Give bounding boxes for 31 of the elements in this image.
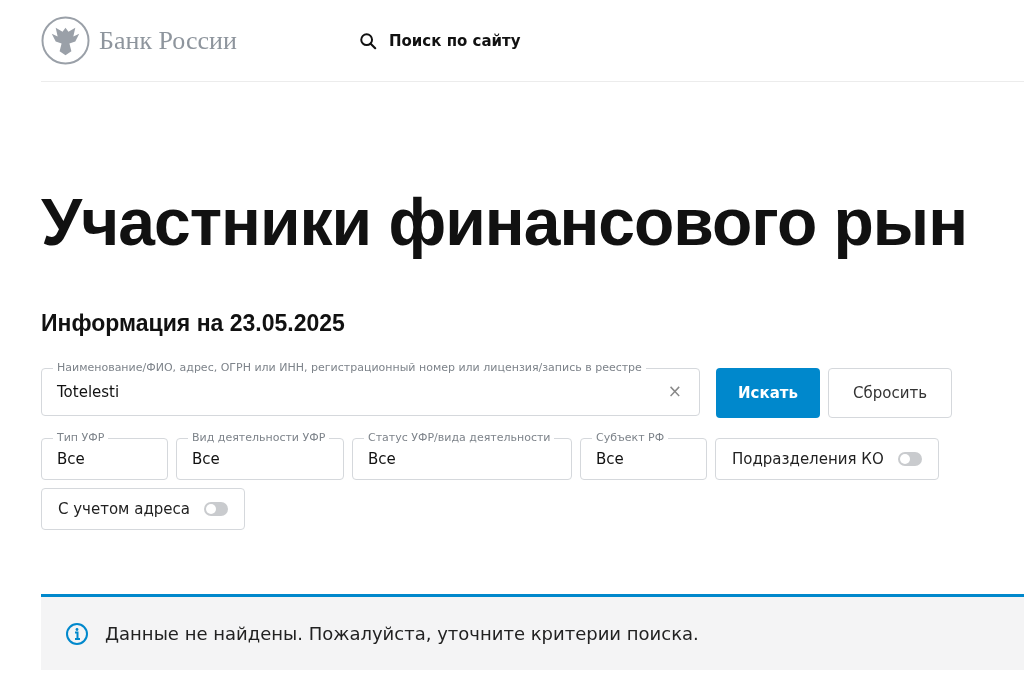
field-label: Вид деятельности УФР	[188, 431, 330, 444]
field-value: Все	[192, 450, 220, 468]
search-icon	[359, 31, 377, 50]
toggle-switch[interactable]	[203, 502, 228, 516]
toggle-label: Подразделения КО	[732, 450, 884, 468]
field-value: Все	[368, 450, 396, 468]
filter-select[interactable]: Статус УФР/вида деятельности Все	[352, 430, 572, 480]
filter-select[interactable]: Тип УФР Все	[41, 430, 168, 480]
emblem-logo-icon[interactable]	[41, 16, 90, 65]
page-title: Участники финансового рын	[41, 184, 968, 261]
filter-select[interactable]: Вид деятельности УФР Все	[176, 430, 344, 480]
action-button[interactable]: Искать	[716, 368, 820, 418]
info-icon	[65, 621, 89, 646]
toggle-box[interactable]: С учетом адреса	[41, 488, 245, 530]
info-date-heading: Информация на 23.05.2025	[41, 309, 346, 338]
toggle-label: С учетом адреса	[58, 500, 190, 518]
field-label: Тип УФР	[53, 431, 109, 444]
site-search-link[interactable]: Поиск по сайту	[359, 31, 521, 50]
action-button[interactable]: Сбросить	[828, 368, 952, 418]
field-label: Статус УФР/вида деятельности	[364, 431, 555, 444]
search-field[interactable]: Наименование/ФИО, адрес, ОГРН или ИНН, регистрационный номер или лицензия/запись в реестре Totelesti ×	[41, 360, 700, 416]
toggle-switch[interactable]	[897, 452, 922, 466]
notice-text: Данные не найдены. Пожалуйста, уточните критерии поиска.	[105, 623, 699, 644]
filter-select[interactable]: Субъект РФ Все	[580, 430, 707, 480]
toggle-box[interactable]: Подразделения КО	[715, 438, 939, 480]
field-value: Totelesti	[57, 383, 120, 401]
field-label: Наименование/ФИО, адрес, ОГРН или ИНН, регистрационный номер или лицензия/запись в реестре	[53, 361, 646, 374]
clear-button[interactable]: ×	[667, 381, 682, 401]
field-value: Все	[596, 450, 624, 468]
field-label: Субъект РФ	[592, 431, 669, 444]
field-value: Все	[57, 450, 85, 468]
